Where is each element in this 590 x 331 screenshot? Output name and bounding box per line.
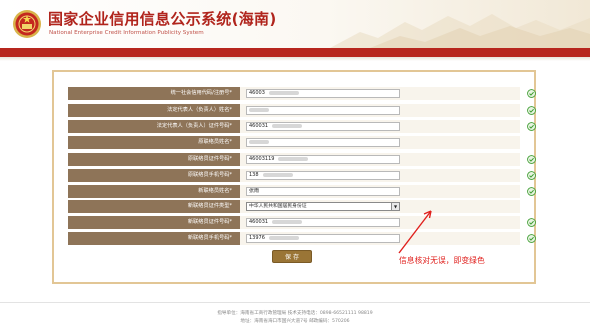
check-circle-icon [527, 218, 536, 227]
annotation-arrow-icon [398, 210, 432, 254]
form-row: 统一社会信用代码/注册号* 46003 [68, 87, 536, 100]
check-circle-icon [527, 187, 536, 196]
field-value: 张雨 [249, 188, 260, 194]
form-row: 新联络员手机号码* 13976 [68, 232, 536, 245]
field-value: 13976 [249, 235, 265, 241]
footer-line-1: 指导单位：海南省工商行政管理局 技术支持电话：0898-66521111 988… [217, 311, 373, 316]
form-row: 法定代表人（负责人）姓名* [68, 104, 536, 117]
annotation-note: 信息核对无误，即变绿色 [399, 256, 485, 265]
redaction-blur [272, 123, 303, 128]
field-label: 新联络员手机号码* [68, 232, 240, 245]
form-row: 原联络员证件号码* 46003119 [68, 153, 536, 166]
mountain-background-icon [330, 14, 590, 48]
select-value: 中华人民共和国居民身份证 [249, 204, 307, 209]
field-label: 原联络员手机号码* [68, 169, 240, 182]
field-value: 138 [249, 172, 259, 178]
redaction-blur [268, 90, 299, 95]
header-red-band [0, 48, 590, 57]
field-cell: 138 [240, 169, 536, 182]
site-title: 国家企业信用信息公示系统(海南) [48, 10, 277, 28]
field-label: 新联络员证件类型* [68, 200, 240, 213]
old-contact-id-input[interactable]: 46003119 [246, 155, 400, 164]
field-label: 法定代表人（负责人）姓名* [68, 104, 240, 117]
field-label: 原联络员证件号码* [68, 153, 240, 166]
form-row: 法定代表人（负责人）证件号码* 460031 [68, 120, 536, 133]
field-label: 原联络员姓名* [68, 136, 240, 149]
check-circle-icon [527, 171, 536, 180]
field-cell [240, 104, 536, 117]
field-cell: 中华人民共和国居民身份证 ▼ [240, 200, 520, 213]
field-label: 法定代表人（负责人）证件号码* [68, 120, 240, 133]
legal-rep-name-input[interactable] [246, 106, 400, 115]
form-row: 原联络员姓名* [68, 136, 520, 149]
check-circle-icon [527, 155, 536, 164]
header-band-shadow [0, 57, 590, 61]
footer-line-2: 地址：海南省海口市国兴大道7号 邮政编码：570206 [240, 319, 350, 324]
redaction-blur [278, 156, 309, 161]
field-cell: 460031 [240, 120, 536, 133]
field-value: 46003119 [249, 156, 275, 162]
field-cell [240, 136, 520, 149]
new-contact-phone-input[interactable]: 13976 [246, 234, 400, 243]
check-circle-icon [527, 234, 536, 243]
form-row: 新联络员证件类型* 中华人民共和国居民身份证 ▼ [68, 200, 520, 213]
field-cell: 460031 [240, 216, 536, 229]
check-circle-icon [527, 106, 536, 115]
contact-change-form: 统一社会信用代码/注册号* 46003 法定代表人（负责人）姓名* 法定代表人（… [52, 70, 536, 284]
redaction-blur [262, 172, 293, 177]
site-subtitle: National Enterprise Credit Information P… [49, 30, 204, 36]
old-contact-phone-input[interactable]: 138 [246, 171, 400, 180]
footer-divider [0, 302, 590, 303]
old-contact-name-input[interactable] [246, 138, 400, 147]
save-button[interactable]: 保 存 [272, 250, 312, 263]
new-contact-name-input[interactable]: 张雨 [246, 187, 400, 196]
credit-code-input[interactable]: 46003 [246, 89, 400, 98]
site-header: 国家企业信用信息公示系统(海南) National Enterprise Cre… [0, 0, 590, 48]
field-label: 新联络员证件号码* [68, 216, 240, 229]
check-circle-icon [527, 89, 536, 98]
check-circle-icon [527, 122, 536, 131]
field-value: 46003 [249, 90, 265, 96]
redaction-blur [249, 139, 269, 144]
field-label: 统一社会信用代码/注册号* [68, 87, 240, 100]
legal-rep-id-input[interactable]: 460031 [246, 122, 400, 131]
redaction-blur [249, 107, 269, 112]
national-emblem-icon [13, 10, 41, 38]
form-row: 新联络员证件号码* 460031 [68, 216, 536, 229]
field-cell: 46003 [240, 87, 536, 100]
new-contact-id-input[interactable]: 460031 [246, 218, 400, 227]
id-type-select[interactable]: 中华人民共和国居民身份证 ▼ [246, 202, 400, 211]
redaction-blur [268, 235, 299, 240]
field-cell: 13976 [240, 232, 536, 245]
field-value: 460031 [249, 219, 269, 225]
field-label: 新联络员姓名* [68, 185, 240, 198]
field-value: 460031 [249, 123, 269, 129]
redaction-blur [272, 219, 303, 224]
form-row: 原联络员手机号码* 138 [68, 169, 536, 182]
form-row: 新联络员姓名* 张雨 [68, 185, 536, 198]
field-cell: 张雨 [240, 185, 536, 198]
field-cell: 46003119 [240, 153, 536, 166]
